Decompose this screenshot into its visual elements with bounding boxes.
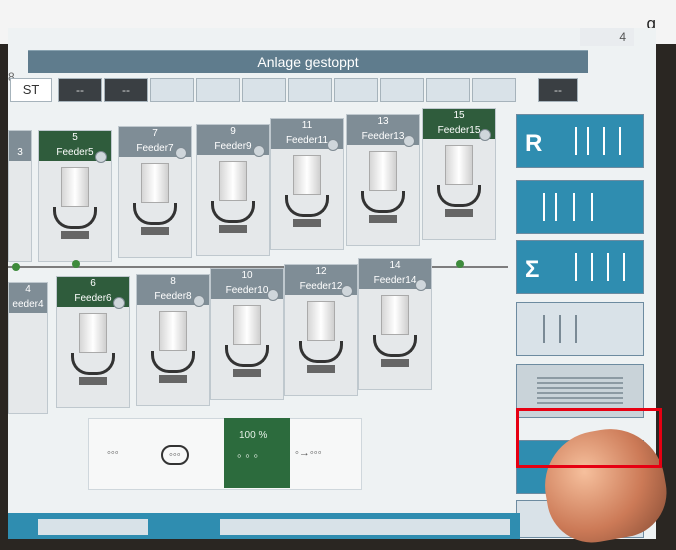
feeder-icon [71,313,117,389]
feeder-number: 14 [359,259,431,273]
tile-process[interactable] [516,180,644,234]
status-lamp-icon [95,151,107,163]
ribbon-segment-mid [220,519,510,535]
feeder-number: 4 [9,283,47,297]
feeder-icon [133,163,179,239]
tile-reset[interactable]: R [516,114,644,168]
slot-11[interactable] [472,78,516,102]
sum-flow-icon [563,253,635,281]
feeder-name: eeder4 [9,297,47,313]
feeder-number [9,131,31,145]
feeder-number: 6 [57,277,129,291]
feeders-icon [533,315,605,343]
slot-9[interactable] [380,78,424,102]
mode-icon-mid[interactable]: ◦◦◦ [161,445,189,465]
tile-feeders[interactable] [516,302,644,356]
feeder-top-13[interactable]: 13 Feeder13 [346,114,420,246]
status-lamp-icon [327,139,339,151]
slot-right[interactable]: -- [538,78,578,102]
feeder-icon [361,151,407,227]
list-icon [537,377,623,405]
status-lamp-icon [403,135,415,147]
feeder-name: 3 [9,145,31,161]
connection-node [456,260,464,268]
connection-node [72,260,80,268]
feeder-bottom-6[interactable]: 6 Feeder6 [56,276,130,408]
feeder-icon [225,305,271,381]
status-lamp-icon [415,279,427,291]
feeder-number: 12 [285,265,357,279]
feeder-icon [53,167,99,243]
status-lamp-icon [341,285,353,297]
page-number: 4 [580,28,634,46]
feeder-top-9[interactable]: 9 Feeder9 [196,124,270,256]
mode-active[interactable]: 100 % ◦ ◦ ◦ [224,418,290,488]
status-lamp-icon [175,147,187,159]
feeder-top-3[interactable]: 3 [8,130,32,262]
slot-st[interactable]: ST [10,78,52,102]
tile-label: R [525,130,543,157]
connection-node [12,263,20,271]
bottom-ribbon [8,513,520,539]
active-mode-icon: ◦ ◦ ◦ [237,448,259,463]
feeder-bottom-12[interactable]: 12 Feeder12 [284,264,358,396]
status-lamp-icon [253,145,265,157]
feeder-number: 13 [347,115,419,129]
feeder-number: 15 [423,109,495,123]
slot-10[interactable] [426,78,470,102]
slot-3[interactable]: -- [104,78,148,102]
active-percent: 100 % [239,430,268,441]
feeder-number: 10 [211,269,283,283]
status-lamp-icon [113,297,125,309]
feeder-top-15[interactable]: 15 Feeder15 [422,108,496,240]
feeder-top-5[interactable]: 5 Feeder5 [38,130,112,262]
mode-icon-left[interactable]: ◦◦◦ [107,447,119,459]
slot-5[interactable] [196,78,240,102]
status-lamp-icon [479,129,491,141]
status-lamp-icon [193,295,205,307]
feeder-number: 11 [271,119,343,133]
slot-2[interactable]: -- [58,78,102,102]
status-title: Anlage gestoppt [28,50,588,73]
feeder-top-7[interactable]: 7 Feeder7 [118,126,192,258]
feeder-icon [437,145,483,221]
ribbon-segment-left [38,519,148,535]
feeder-icon [211,161,257,237]
feeder-icon [151,311,197,387]
feeder-icon [299,301,345,377]
process-icon [527,193,599,221]
tile-sum[interactable]: Σ [516,240,644,294]
slot-7[interactable] [288,78,332,102]
feeder-bottom-14[interactable]: 14 Feeder14 [358,258,432,390]
status-lamp-icon [267,289,279,301]
feeder-number: 8 [137,275,209,289]
slot-6[interactable] [242,78,286,102]
slot-4[interactable] [150,78,194,102]
selected-tile-highlight [516,408,662,468]
mode-icon-right[interactable]: ◦→◦◦◦ [295,447,322,459]
feeder-top-11[interactable]: 11 Feeder11 [270,118,344,250]
feeder-number: 9 [197,125,269,139]
reset-flow-icon [563,127,635,155]
feeder-icon [373,295,419,371]
feeder-number: 5 [39,131,111,145]
feeder-icon [285,155,331,231]
sum-icon: Σ [525,256,540,283]
feeder-bottom-4[interactable]: 4 eeder4 [8,282,48,414]
feeder-bottom-8[interactable]: 8 Feeder8 [136,274,210,406]
slot-8[interactable] [334,78,378,102]
feeder-number: 7 [119,127,191,141]
feeder-bottom-10[interactable]: 10 Feeder10 [210,268,284,400]
